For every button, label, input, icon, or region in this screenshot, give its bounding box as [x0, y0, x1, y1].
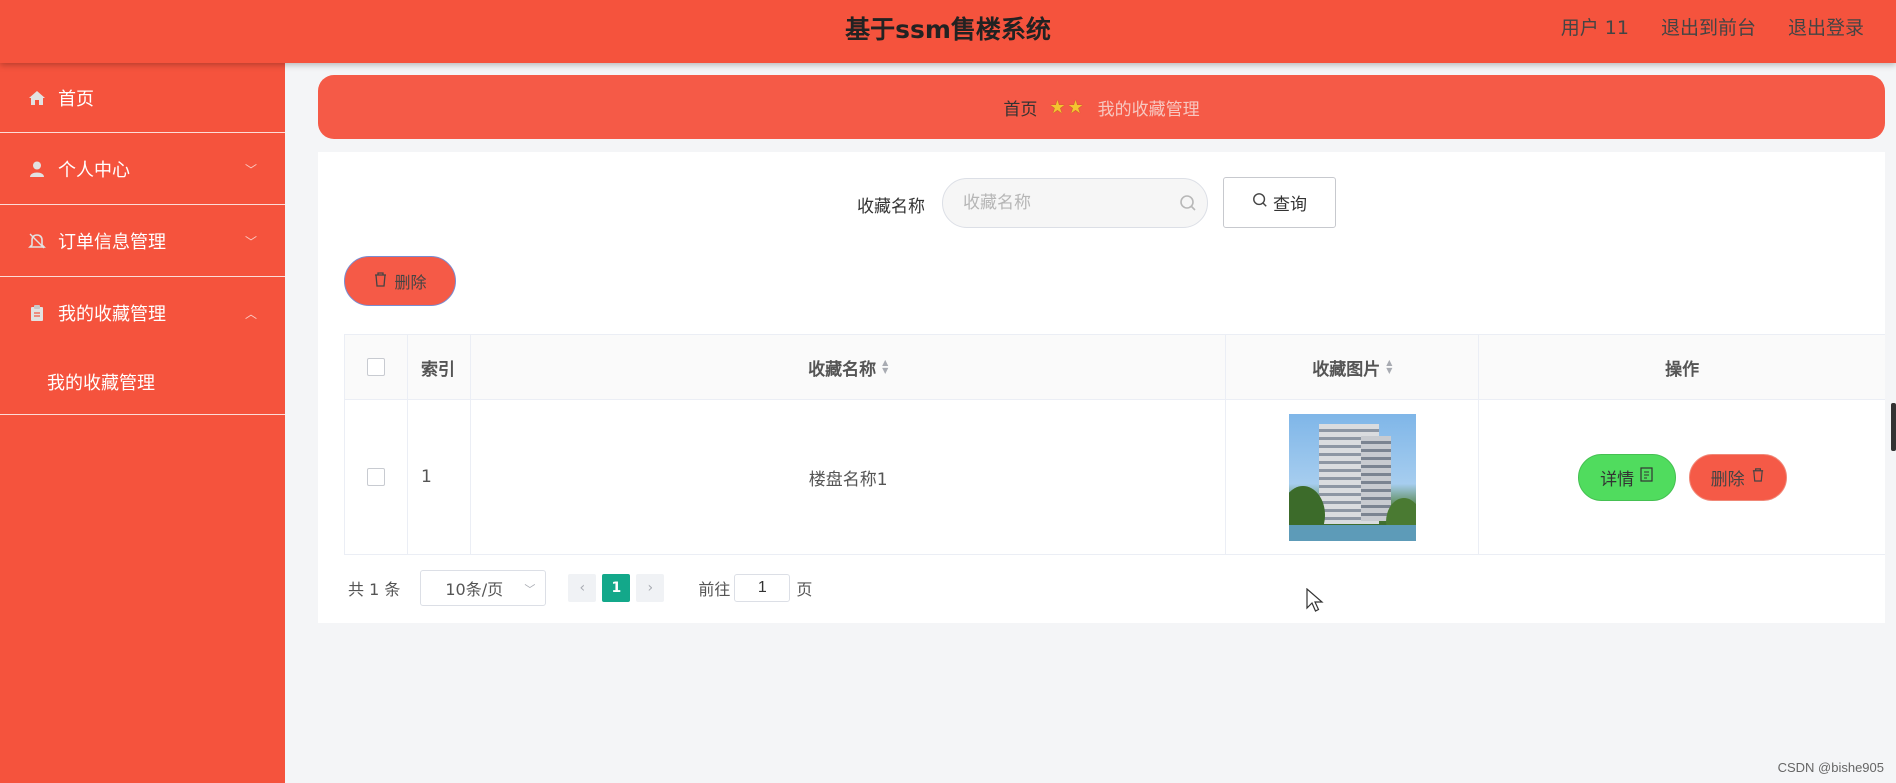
breadcrumb-home[interactable]: 首页 — [1003, 95, 1037, 120]
search-icon — [1179, 194, 1197, 216]
goto-prefix: 前往 — [698, 580, 731, 599]
search-icon — [1252, 192, 1268, 213]
search-label: 收藏名称 — [857, 197, 925, 217]
batch-delete-label: 删除 — [394, 273, 427, 292]
header-picture-cell[interactable]: 收藏图片 ▲ ▼ — [1226, 335, 1480, 399]
chevron-down-icon: ﹀ — [244, 235, 257, 249]
table-header: 索引 收藏名称 ▲ ▼ 收藏图片 ▲ ▼ 操作 — [345, 335, 1885, 400]
top-bar: 基于ssm售楼系统 用户 11 退出到前台 退出登录 — [0, 0, 1896, 63]
favorites-table: 索引 收藏名称 ▲ ▼ 收藏图片 ▲ ▼ 操作 1 楼盘名称1 详情 删除 — [344, 334, 1885, 555]
home-icon — [28, 89, 46, 107]
row-select-cell — [345, 400, 408, 554]
chevron-down-icon: ﹀ — [524, 583, 536, 596]
sort-icon[interactable]: ▲ ▼ — [1386, 359, 1392, 375]
breadcrumb-current: 我的收藏管理 — [1097, 99, 1200, 120]
detail-button[interactable]: 详情 — [1577, 453, 1676, 501]
table-row: 1 楼盘名称1 详情 删除 — [345, 400, 1885, 555]
breadcrumb: 首页 ★★ 我的收藏管理 — [318, 75, 1885, 139]
search-box — [942, 178, 1208, 228]
main-panel: 收藏名称 查询 删除 索引 收藏名称 ▲▼ 收藏图片 — [318, 152, 1885, 623]
trash-icon — [373, 271, 388, 291]
sidebar-item-home[interactable]: 首页 — [0, 63, 285, 133]
row-picture-cell — [1226, 400, 1480, 554]
row-delete-label: 删除 — [1710, 469, 1745, 490]
sidebar-item-personal-center[interactable]: 个人中心 ﹀ — [0, 133, 285, 205]
logout-link[interactable]: 退出登录 — [1788, 13, 1864, 40]
goto-page-input[interactable] — [734, 574, 791, 602]
clipboard-icon — [28, 304, 46, 322]
sidebar-item-favorites[interactable]: 我的收藏管理 ︿ — [0, 277, 285, 349]
pagination-total: 共 1 条 — [348, 580, 401, 599]
page-size-value: 10条/页 — [445, 580, 504, 599]
top-links: 用户 11 退出到前台 退出登录 — [1561, 13, 1864, 40]
chevron-up-icon: ︿ — [244, 307, 257, 321]
document-icon — [1640, 467, 1653, 487]
user-icon — [28, 160, 46, 178]
exit-to-front-link[interactable]: 退出到前台 — [1661, 13, 1756, 40]
select-all-checkbox[interactable] — [366, 358, 385, 376]
header-select-all-cell — [345, 335, 408, 399]
header-name-cell[interactable]: 收藏名称 ▲ ▼ — [471, 335, 1227, 399]
sidebar-item-label: 首页 — [58, 88, 94, 110]
header-index: 索引 — [408, 335, 471, 399]
prev-page-button[interactable]: ‹ — [568, 574, 597, 602]
watermark: CSDN @bishe905 — [1777, 760, 1884, 775]
search-input[interactable] — [943, 179, 1143, 227]
trash-icon — [1751, 467, 1765, 487]
sidebar-subitem-favorites[interactable]: 我的收藏管理 — [0, 349, 285, 415]
row-delete-button[interactable]: 删除 — [1688, 453, 1787, 501]
sort-icon[interactable]: ▲ ▼ — [882, 359, 888, 375]
star-icon: ★★ — [1049, 96, 1086, 118]
pagination: 共 1 条 10条/页 ﹀ ‹ 1 › 前往 页 — [348, 570, 812, 606]
chevron-down-icon: ﹀ — [244, 163, 257, 177]
row-actions: 详情 删除 — [1479, 400, 1885, 554]
sidebar-item-label: 我的收藏管理 — [58, 304, 166, 325]
header-actions: 操作 — [1665, 359, 1700, 380]
sidebar-item-label: 订单信息管理 — [58, 231, 166, 253]
row-checkbox[interactable] — [366, 468, 385, 486]
mouse-cursor-icon — [1306, 587, 1324, 618]
detail-button-label: 详情 — [1600, 469, 1635, 490]
building-photo — [1288, 413, 1416, 541]
bell-icon — [28, 232, 46, 250]
row-index: 1 — [408, 400, 471, 554]
header-name: 收藏名称 — [808, 359, 877, 380]
query-button[interactable]: 查询 — [1223, 177, 1336, 228]
next-page-button[interactable]: › — [636, 574, 665, 602]
goto-suffix: 页 — [796, 580, 813, 599]
page-number-active[interactable]: 1 — [602, 574, 631, 602]
scroll-handle[interactable] — [1891, 403, 1896, 451]
page-size-select[interactable]: 10条/页 ﹀ — [420, 570, 547, 606]
query-button-label: 查询 — [1273, 195, 1307, 215]
user-label[interactable]: 用户 11 — [1561, 13, 1629, 40]
sidebar-item-label: 个人中心 — [58, 159, 130, 181]
sidebar: 首页 个人中心 ﹀ 订单信息管理 ﹀ 我的收藏管理 ︿ 我的收藏管理 — [0, 63, 285, 783]
header-picture: 收藏图片 — [1312, 359, 1381, 380]
sidebar-subitem-label: 我的收藏管理 — [47, 372, 155, 394]
sidebar-item-orders[interactable]: 订单信息管理 ﹀ — [0, 205, 285, 277]
batch-delete-button[interactable]: 删除 — [344, 256, 456, 306]
row-name: 楼盘名称1 — [471, 400, 1227, 554]
